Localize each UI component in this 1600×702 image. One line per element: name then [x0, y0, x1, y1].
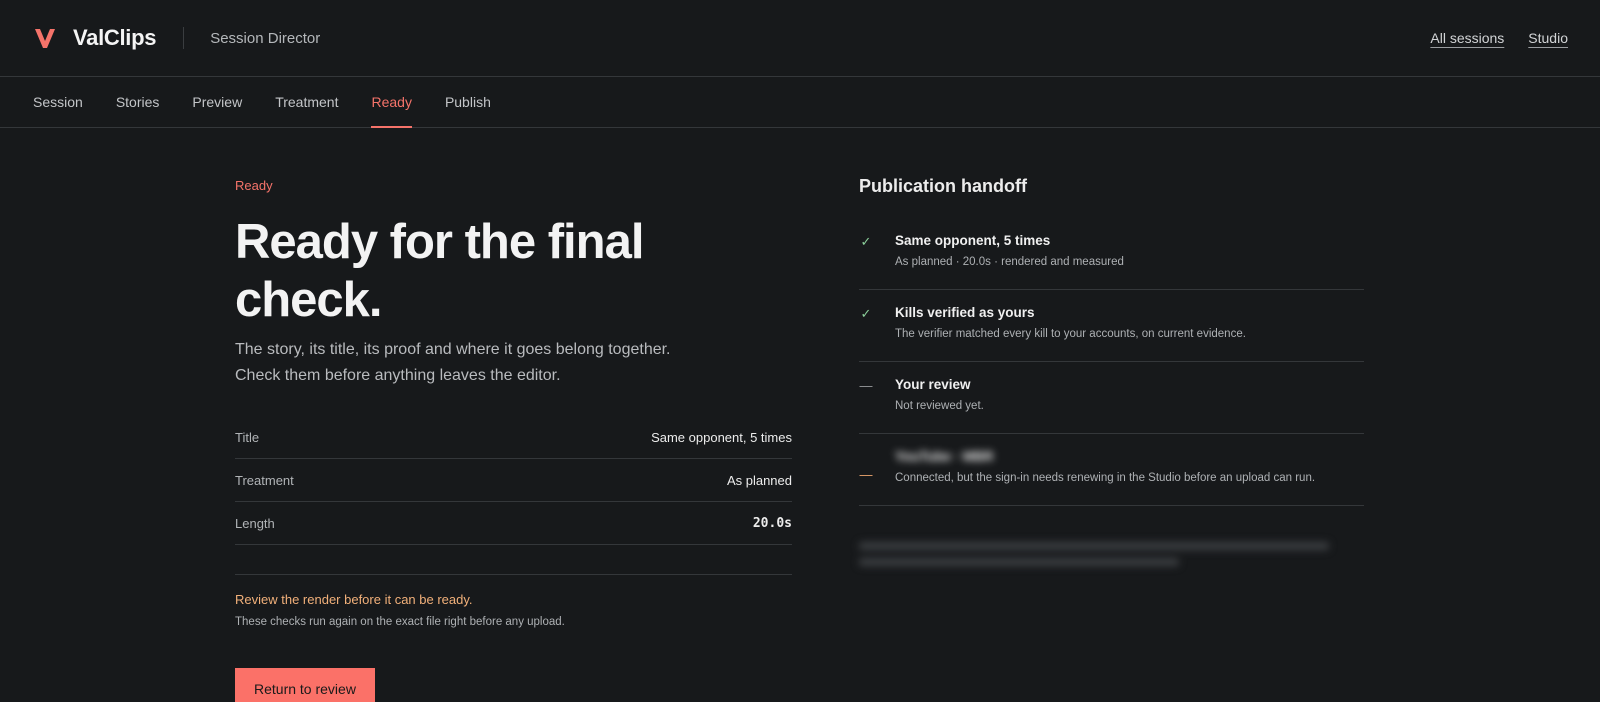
recheck-note: These checks run again on the exact file…	[235, 616, 565, 628]
fact-key: Title	[235, 429, 260, 445]
facts-divider	[235, 545, 792, 575]
check-detail: As planned · 20.0s · rendered and measur…	[895, 256, 1124, 268]
dash-icon: —	[859, 378, 873, 393]
lede-line-2: Check them before anything leaves the ed…	[235, 367, 561, 384]
tab-stories[interactable]: Stories	[116, 77, 160, 127]
check-detail: Connected, but the sign-in needs renewin…	[895, 472, 1316, 484]
check-detail: Not reviewed yet.	[895, 400, 984, 412]
handoff-checklist: ✓ Same opponent, 5 times As planned · 20…	[859, 218, 1364, 506]
check-title: Kills verified as yours	[895, 305, 1035, 320]
fact-key: Treatment	[235, 472, 294, 488]
check-item-review: — Your review Not reviewed yet.	[859, 362, 1364, 434]
return-to-review-button[interactable]: Return to review	[235, 668, 375, 702]
facts-table: Title Same opponent, 5 times Treatment A…	[235, 416, 792, 575]
all-sessions-link[interactable]: All sessions	[1430, 30, 1504, 46]
check-detail: The verifier matched every kill to your …	[895, 328, 1246, 340]
tab-publish[interactable]: Publish	[445, 77, 491, 127]
studio-link[interactable]: Studio	[1528, 30, 1568, 46]
handoff-title: Publication handoff	[859, 176, 1027, 196]
redacted-text-shape	[859, 542, 1329, 566]
check-icon: ✓	[860, 234, 872, 249]
review-warning: Review the render before it can be ready…	[235, 592, 473, 607]
step-tabs: Session Stories Preview Treatment Ready …	[0, 77, 1600, 128]
section-eyebrow: Ready	[235, 178, 273, 193]
fact-value: As planned	[726, 472, 792, 488]
fact-row-treatment: Treatment As planned	[235, 459, 792, 502]
brand-name[interactable]: ValClips	[73, 25, 157, 51]
check-title: Same opponent, 5 times	[895, 233, 1051, 248]
app-header: ValClips Session Director All sessions S…	[0, 0, 1600, 77]
page-lede: The story, its title, its proof and wher…	[235, 337, 792, 389]
valclips-logo-icon[interactable]	[33, 26, 57, 50]
fact-value: 20.0s	[752, 515, 792, 531]
fact-value: Same opponent, 5 times	[651, 429, 792, 445]
tab-treatment[interactable]: Treatment	[275, 77, 338, 127]
dash-icon: —	[859, 467, 873, 482]
top-links: All sessions Studio	[1430, 30, 1568, 46]
fact-row-title: Title Same opponent, 5 times	[235, 416, 792, 459]
page-title: Ready for the final check.	[235, 215, 644, 327]
check-item-story: ✓ Same opponent, 5 times As planned · 20…	[859, 218, 1364, 290]
tab-session[interactable]: Session	[33, 77, 83, 127]
ready-summary: Ready Ready for the final check. The sto…	[235, 178, 792, 702]
fact-row-length: Length 20.0s	[235, 502, 792, 545]
check-item-destination: — YouTube · MBR Connected, but the sign-…	[859, 434, 1364, 506]
lede-line-1: The story, its title, its proof and wher…	[235, 341, 671, 358]
check-title: Your review	[895, 377, 971, 392]
tab-ready[interactable]: Ready	[371, 77, 413, 128]
app-name: Session Director	[210, 29, 321, 47]
fact-key: Length	[235, 515, 275, 531]
header-divider	[183, 27, 185, 49]
check-item-kills: ✓ Kills verified as yours The verifier m…	[859, 290, 1364, 362]
check-title: YouTube · MBR	[895, 449, 994, 464]
redacted-footnote	[859, 536, 1364, 577]
check-icon: ✓	[860, 306, 872, 321]
tab-preview[interactable]: Preview	[192, 77, 242, 127]
publication-handoff: Publication handoff ✓ Same opponent, 5 t…	[859, 176, 1364, 577]
